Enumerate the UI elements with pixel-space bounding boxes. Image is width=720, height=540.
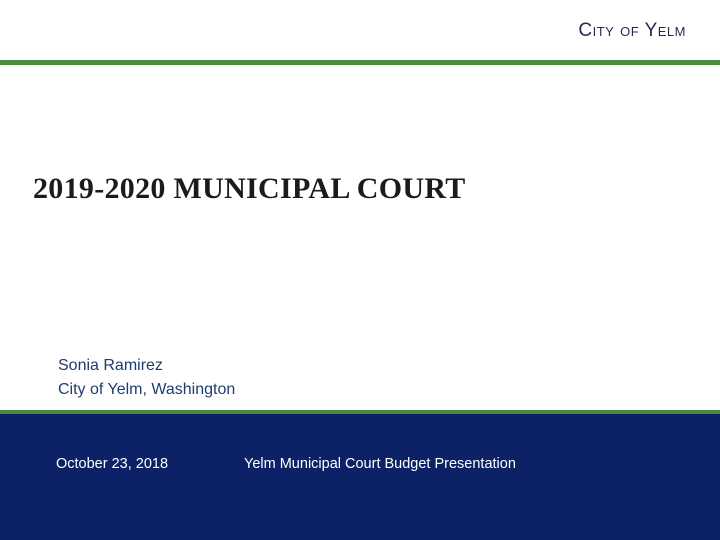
presenter-name: Sonia Ramirez bbox=[58, 357, 163, 374]
org-name: City of Yelm bbox=[578, 20, 686, 41]
top-divider bbox=[0, 60, 720, 65]
footer-caption: Yelm Municipal Court Budget Presentation bbox=[244, 456, 516, 472]
slide-title: 2019-2020 MUNICIPAL COURT bbox=[33, 172, 466, 205]
presenter-affiliation: City of Yelm, Washington bbox=[58, 381, 236, 398]
footer-band: October 23, 2018 Yelm Municipal Court Bu… bbox=[0, 414, 720, 540]
presenter-block: Sonia Ramirez City of Yelm, Washington bbox=[58, 354, 235, 402]
footer-date: October 23, 2018 bbox=[56, 456, 169, 472]
